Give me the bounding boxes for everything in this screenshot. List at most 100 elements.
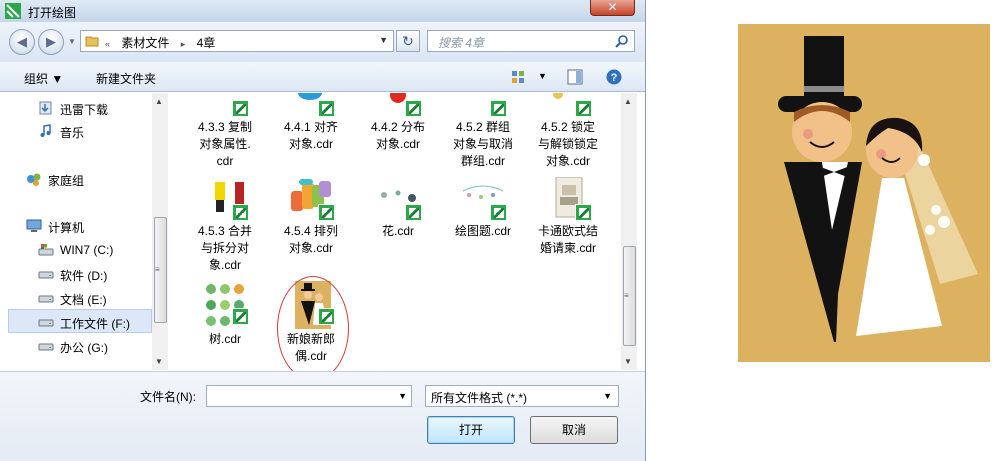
sidebar-item-homegroup[interactable]: 家庭组	[0, 167, 152, 191]
cdr-file-icon	[490, 100, 507, 117]
sidebar-item-drive-c[interactable]: WIN7 (C:)	[0, 238, 152, 262]
view-dropdown-icon: ▼	[538, 71, 547, 81]
back-arrow-icon: ◀	[17, 34, 27, 49]
sidebar-item-xunlei[interactable]: 迅雷下载	[0, 96, 152, 120]
coreldraw-app-icon	[5, 3, 21, 19]
sidebar-item-computer[interactable]: 计算机	[0, 214, 152, 238]
file-name: 4.5.2 锁定 与解锁锁定 对象.cdr	[537, 120, 598, 168]
preview-pane-icon[interactable]	[567, 69, 583, 85]
drive-icon	[38, 271, 54, 279]
file-thumbnail	[201, 177, 249, 221]
sidebar-item-drive-f[interactable]: 工作文件 (F:)	[8, 309, 152, 333]
cancel-button[interactable]: 取消	[530, 416, 618, 444]
drive-icon	[38, 295, 54, 303]
breadcrumb-overflow[interactable]: «	[105, 39, 110, 49]
sidebar-item-label: 计算机	[48, 221, 85, 235]
refresh-icon: ↻	[402, 33, 414, 49]
address-dropdown-icon[interactable]: ▼	[379, 35, 388, 45]
sidebar-item-drive-g[interactable]: 办公 (G:)	[0, 334, 152, 358]
cdr-file-icon	[575, 204, 592, 221]
file-item[interactable]: 绘图题.cdr	[444, 177, 522, 240]
file-type-dropdown-icon[interactable]: ▼	[603, 391, 612, 401]
refresh-button[interactable]: ↻	[396, 30, 420, 52]
sidebar-item-label: WIN7 (C:)	[60, 243, 114, 257]
search-placeholder: 搜索 4章	[438, 36, 485, 50]
music-icon	[40, 124, 51, 137]
sidebar-item-drive-e[interactable]: 文档 (E:)	[0, 286, 152, 310]
breadcrumb: « 素材文件 ▸ 4章	[105, 34, 223, 51]
file-item[interactable]: 4.4.2 分布 对象.cdr	[359, 93, 437, 153]
file-item[interactable]: 卡通欧式结 婚请柬.cdr	[529, 177, 607, 257]
organize-button[interactable]: 组织 ▼	[24, 70, 63, 87]
file-list: 4.3.3 复制 对象属性. cdr 4.4.1 对齐 对象.cdr 4.4.2 分布…	[169, 93, 645, 370]
filename-dropdown-icon[interactable]: ▼	[398, 391, 407, 401]
sidebar-scrollbar[interactable]: ▲ ≡ ▼	[152, 93, 168, 370]
navigation-bar: ◀ ▶ ▼ « 素材文件 ▸ 4章 ▼ ↻ 搜索 4章	[0, 22, 645, 62]
search-input[interactable]: 搜索 4章	[427, 30, 635, 52]
view-grid-icon	[512, 71, 524, 83]
breadcrumb-item-sucai[interactable]: 素材文件	[121, 36, 169, 50]
sidebar-item-drive-d[interactable]: 软件 (D:)	[0, 262, 152, 286]
cdr-file-icon	[405, 204, 422, 221]
sidebar-item-label: 迅雷下载	[60, 103, 109, 117]
title-bar[interactable]: 打开绘图 ✕	[0, 0, 645, 22]
filename-field[interactable]: ▼	[206, 385, 412, 407]
file-thumbnail	[287, 177, 335, 221]
sidebar-item-label: 文档 (E:)	[60, 293, 107, 307]
dialog-footer: 文件名(N): ▼ 所有文件格式 (*.*) ▼ 打开 取消	[0, 371, 645, 461]
change-view-button[interactable]: ▼	[510, 69, 550, 85]
file-name: 4.3.3 复制 对象属性. cdr	[197, 120, 253, 168]
file-item[interactable]: 4.3.3 复制 对象属性. cdr	[186, 93, 264, 170]
cdr-file-icon	[232, 204, 249, 221]
file-name: 卡通欧式结 婚请柬.cdr	[537, 224, 598, 255]
file-item[interactable]: 4.4.1 对齐 对象.cdr	[272, 93, 350, 153]
open-button[interactable]: 打开	[427, 416, 515, 444]
search-icon[interactable]	[615, 34, 629, 48]
back-button[interactable]: ◀	[9, 29, 35, 55]
sidebar-item-label: 家庭组	[48, 174, 85, 188]
file-list-scrollbar[interactable]: ▲ ≡ ▼	[621, 93, 637, 370]
file-thumbnail	[374, 177, 422, 221]
cdr-file-icon	[318, 204, 335, 221]
scroll-grip-icon: ≡	[624, 291, 629, 300]
sidebar-item-label: 工作文件 (F:)	[60, 317, 130, 331]
forward-button[interactable]: ▶	[38, 29, 64, 55]
breadcrumb-item-4zhang[interactable]: 4章	[197, 36, 216, 50]
file-name: 4.5.2 群组 对象与取消 群组.cdr	[452, 120, 513, 168]
forward-arrow-icon: ▶	[46, 34, 56, 49]
file-name: 4.5.3 合并 与拆分对 象.cdr	[197, 224, 253, 272]
close-button[interactable]: ✕	[590, 0, 635, 16]
new-folder-button[interactable]: 新建文件夹	[96, 70, 156, 87]
file-name: 4.4.1 对齐 对象.cdr	[283, 120, 339, 151]
recent-locations-dropdown[interactable]: ▼	[68, 37, 76, 46]
file-type-select[interactable]: 所有文件格式 (*.*) ▼	[425, 385, 619, 407]
dialog-title: 打开绘图	[28, 6, 77, 20]
file-name: 4.4.2 分布 对象.cdr	[370, 120, 426, 151]
cdr-file-icon	[318, 100, 335, 117]
file-thumbnail	[459, 177, 507, 221]
command-toolbar: 组织 ▼ 新建文件夹 ▼ ?	[0, 62, 645, 92]
scroll-down-icon[interactable]: ▼	[624, 357, 632, 366]
svg-text:?: ?	[611, 72, 618, 84]
file-item[interactable]: 4.5.4 排列 对象.cdr	[272, 177, 350, 257]
sidebar-item-music[interactable]: 音乐	[0, 119, 152, 143]
scroll-down-icon[interactable]: ▼	[155, 357, 163, 366]
address-bar[interactable]: « 素材文件 ▸ 4章 ▼	[80, 30, 394, 52]
file-item[interactable]: 4.5.2 群组 对象与取消 群组.cdr	[444, 93, 522, 170]
file-item[interactable]: 花.cdr	[359, 177, 437, 240]
scroll-up-icon[interactable]: ▲	[624, 97, 632, 106]
breadcrumb-separator-icon[interactable]: ▸	[181, 39, 186, 49]
file-type-value: 所有文件格式 (*.*)	[431, 391, 528, 405]
homegroup-icon	[27, 173, 41, 186]
drive-icon	[38, 319, 54, 327]
file-name: 花.cdr	[381, 224, 414, 238]
sidebar-item-label: 音乐	[60, 126, 85, 140]
help-icon[interactable]: ?	[606, 69, 622, 85]
scroll-grip-icon: ≡	[155, 265, 160, 274]
download-folder-icon	[39, 101, 52, 115]
scroll-up-icon[interactable]: ▲	[155, 97, 163, 106]
cdr-file-icon	[575, 100, 592, 117]
file-item[interactable]: 4.5.3 合并 与拆分对 象.cdr	[186, 177, 264, 274]
file-item[interactable]: 树.cdr	[186, 281, 264, 348]
file-item[interactable]: 4.5.2 锁定 与解锁锁定 对象.cdr	[529, 93, 607, 170]
